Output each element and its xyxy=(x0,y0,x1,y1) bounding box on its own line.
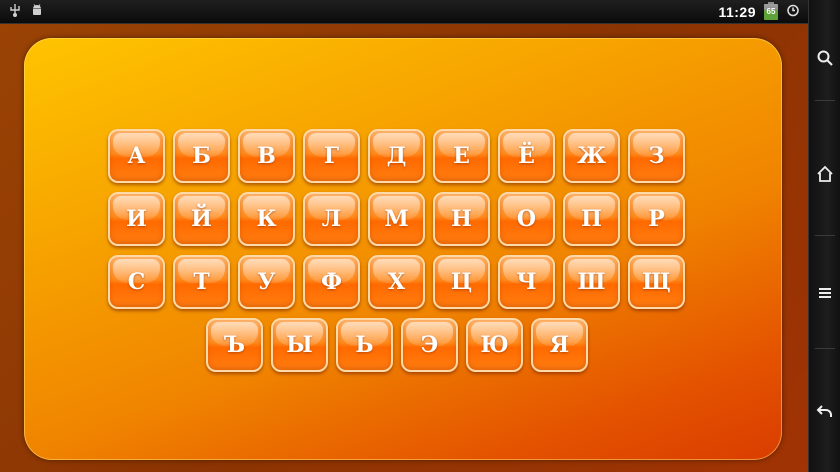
battery-level-text: 65 xyxy=(766,6,776,16)
letter-key[interactable]: М xyxy=(368,192,425,246)
key-letter: П xyxy=(581,206,602,232)
usb-icon xyxy=(8,3,22,21)
key-letter: Ж xyxy=(577,143,606,169)
key-letter: Т xyxy=(193,269,210,295)
status-left-icons xyxy=(8,3,44,21)
key-letter: З xyxy=(648,143,665,169)
letter-key[interactable]: Щ xyxy=(628,255,685,309)
key-letter: Л xyxy=(321,206,342,232)
letter-key[interactable]: О xyxy=(498,192,555,246)
letter-key[interactable]: Ш xyxy=(563,255,620,309)
letter-key[interactable]: Я xyxy=(531,318,588,372)
key-letter: А xyxy=(127,143,146,169)
key-letter: Я xyxy=(549,332,570,358)
letter-key[interactable]: В xyxy=(238,129,295,183)
home-icon xyxy=(817,165,833,182)
alarm-clock-icon xyxy=(786,3,800,21)
letter-key[interactable]: Ж xyxy=(563,129,620,183)
navigation-bar xyxy=(808,0,840,472)
nav-divider xyxy=(815,100,835,101)
letter-key[interactable]: Ь xyxy=(336,318,393,372)
letter-key[interactable]: Ч xyxy=(498,255,555,309)
key-letter: Ю xyxy=(480,332,509,358)
letter-key[interactable]: У xyxy=(238,255,295,309)
alphabet-panel: А Б В Г Д Е Ё Ж З И Й К Л М Н О П Р С Т … xyxy=(24,38,782,460)
letter-key[interactable]: С xyxy=(108,255,165,309)
app-background: А Б В Г Д Е Ё Ж З И Й К Л М Н О П Р С Т … xyxy=(0,24,808,472)
letter-key[interactable]: Л xyxy=(303,192,360,246)
key-letter: Щ xyxy=(642,269,671,295)
key-letter: С xyxy=(127,269,146,295)
letter-key[interactable]: Т xyxy=(173,255,230,309)
key-letter: Ш xyxy=(577,269,606,295)
key-letter: Д xyxy=(386,143,407,169)
key-letter: К xyxy=(256,206,277,232)
back-button[interactable] xyxy=(809,391,840,431)
key-row-2: И Й К Л М Н О П Р xyxy=(108,192,685,246)
letter-key[interactable]: Э xyxy=(401,318,458,372)
letter-key[interactable]: К xyxy=(238,192,295,246)
letter-key[interactable]: А xyxy=(108,129,165,183)
status-right-area: 11:29 65 xyxy=(718,1,800,21)
nav-divider xyxy=(815,348,835,349)
letter-key[interactable]: З xyxy=(628,129,685,183)
menu-icon xyxy=(819,288,831,298)
clock-time: 11:29 xyxy=(718,3,756,20)
key-letter: Х xyxy=(387,269,406,295)
key-letter: Е xyxy=(453,143,470,169)
letter-key[interactable]: Ю xyxy=(466,318,523,372)
letter-key[interactable]: Х xyxy=(368,255,425,309)
letter-key[interactable]: Д xyxy=(368,129,425,183)
key-letter: У xyxy=(257,269,276,295)
key-letter: Ё xyxy=(518,143,535,169)
letter-key[interactable]: Ъ xyxy=(206,318,263,372)
letter-key[interactable]: И xyxy=(108,192,165,246)
search-button[interactable] xyxy=(809,38,840,78)
key-row-3: С Т У Ф Х Ц Ч Ш Щ xyxy=(108,255,685,309)
key-letter: Б xyxy=(192,143,211,169)
android-debug-icon xyxy=(30,3,44,21)
home-button[interactable] xyxy=(809,154,840,194)
letter-key[interactable]: Ы xyxy=(271,318,328,372)
key-letter: В xyxy=(257,143,276,169)
key-letter: Ц xyxy=(450,269,473,295)
letter-key[interactable]: Н xyxy=(433,192,490,246)
key-letter: О xyxy=(516,206,537,232)
nav-divider xyxy=(815,235,835,236)
key-row-4: Ъ Ы Ь Э Ю Я xyxy=(206,318,588,372)
key-letter: Й xyxy=(191,206,212,232)
battery-icon: 65 xyxy=(764,1,778,20)
key-letter: Р xyxy=(648,206,665,232)
key-letter: М xyxy=(384,206,409,232)
letter-key[interactable]: Б xyxy=(173,129,230,183)
key-letter: Н xyxy=(451,206,472,232)
search-icon xyxy=(817,50,833,66)
letter-key[interactable]: Е xyxy=(433,129,490,183)
letter-key[interactable]: Г xyxy=(303,129,360,183)
key-letter: Э xyxy=(420,332,439,358)
letter-key[interactable]: Ё xyxy=(498,129,555,183)
key-row-1: А Б В Г Д Е Ё Ж З xyxy=(108,129,685,183)
letter-key[interactable]: П xyxy=(563,192,620,246)
letter-key[interactable]: Р xyxy=(628,192,685,246)
menu-button[interactable] xyxy=(809,273,840,313)
back-icon xyxy=(816,405,832,417)
key-letter: Ъ xyxy=(223,332,246,358)
letter-key[interactable]: Ф xyxy=(303,255,360,309)
key-letter: Ы xyxy=(286,332,313,358)
key-letter: Ч xyxy=(516,269,537,295)
key-letter: И xyxy=(126,206,147,232)
key-letter: Ь xyxy=(355,332,374,358)
letter-key[interactable]: Й xyxy=(173,192,230,246)
key-letter: Ф xyxy=(321,269,342,295)
status-bar: 11:29 65 xyxy=(0,0,808,24)
key-letter: Г xyxy=(323,143,340,169)
letter-key[interactable]: Ц xyxy=(433,255,490,309)
